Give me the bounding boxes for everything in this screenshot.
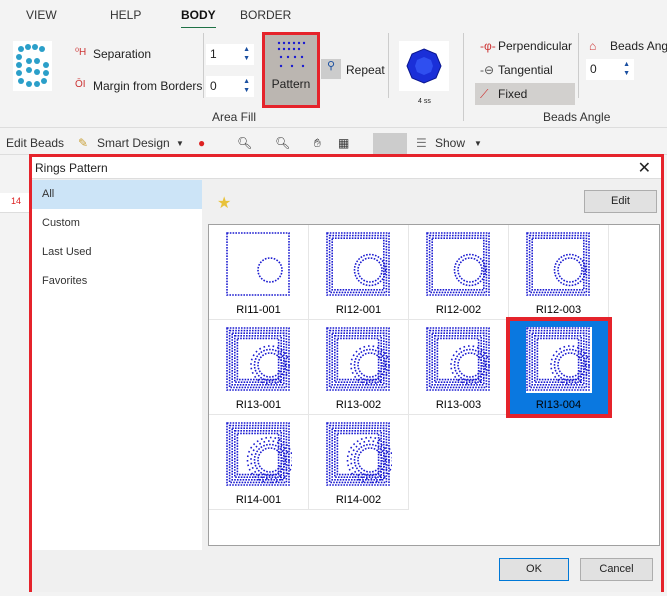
tangential-option[interactable]: Tangential [498,63,553,77]
separation-value: 1 [210,47,217,61]
tab-help[interactable]: HELP [110,8,141,22]
pattern-thumbnail[interactable]: RI13-003 [409,320,509,415]
pattern-button[interactable]: Pattern [262,32,320,108]
pattern-thumbnail[interactable]: RI12-003 [509,225,609,320]
pattern-label: Pattern [271,77,311,91]
margin-label: Margin from Borders [93,79,203,93]
bead-preview-icon[interactable] [399,41,449,91]
dialog-title-bar: Rings Pattern ✕ [32,157,661,179]
tab-border[interactable]: BORDER [240,8,291,22]
pattern-name: RI13-002 [335,399,382,411]
pattern-thumbnail[interactable]: RI12-001 [309,225,409,320]
smart-design-button[interactable]: Smart Design [97,136,170,150]
pattern-preview-icon [225,327,290,391]
beads-angle-label: Beads Ang [610,39,667,53]
area-fill-preview-icon[interactable] [13,41,52,91]
tab-view[interactable]: VIEW [26,8,57,22]
pattern-thumbnail[interactable]: RI14-002 [309,415,409,510]
ruler: 14 [0,193,29,213]
pattern-preview-icon [525,327,592,393]
dialog-title: Rings Pattern [35,161,108,175]
beads-angle-group-label: Beads Angle [543,110,611,124]
pattern-preview-icon [325,327,390,391]
pattern-name: RI12-001 [335,304,382,316]
category-item[interactable]: All [32,180,202,209]
edit-beads-button[interactable]: Edit Beads [6,136,64,150]
pattern-name: RI11-001 [236,304,281,316]
pattern-name: RI12-002 [435,304,482,316]
pattern-preview-icon [225,232,290,296]
bead-size: 4 ss [418,98,431,105]
rings-pattern-dialog: Rings Pattern ✕ All Custom Last Used Favori… [29,154,664,592]
pattern-thumbnail[interactable]: RI13-004 [506,317,612,418]
stepper-arrows-icon[interactable]: ▲ ▼ [623,60,630,78]
toolbar: Edit Beads ✎ Smart Design ▼ ● 🔍︎ 🔍︎ ✋︎ ▦… [0,131,667,155]
stepper-arrows-icon[interactable]: ▲ ▼ [243,77,250,95]
smart-design-icon: ✎ [78,136,89,150]
pattern-preview-icon [425,232,490,296]
pattern-name: RI13-004 [535,399,582,411]
show-icon: ☰ [416,136,427,150]
pattern-preview-icon [525,232,590,296]
pattern-thumbnail[interactable]: RI13-001 [209,320,309,415]
pattern-preview-icon [325,232,390,296]
pattern-name: RI14-001 [235,494,282,506]
ok-button[interactable]: OK [499,558,569,581]
zoom-fit-icon[interactable]: 🔍︎ [275,136,290,150]
area-fill-group-label: Area Fill [212,110,257,124]
chevron-down-icon[interactable]: ▼ [176,139,184,148]
category-list: All Custom Last Used Favorites [32,180,202,550]
margin-value: 0 [210,79,217,93]
stepper-arrows-icon[interactable]: ▲ ▼ [243,45,250,63]
pattern-name: RI14-002 [335,494,382,506]
ribbon: ⁰H Separation 1 ▲ ▼ ŌI Margin from Borders… [0,28,667,128]
beads-angle-icon: ⌂ [589,39,597,53]
pattern-preview-icon [325,422,393,486]
margin-icon: ŌI [75,79,86,90]
margin-stepper[interactable]: 0 ▲ ▼ [206,76,254,97]
zoom-icon[interactable]: 🔍︎ [237,136,252,150]
separation-label: Separation [93,47,152,61]
category-item[interactable]: Custom [32,209,202,238]
pattern-name: RI13-001 [235,399,282,411]
pattern-thumbnail[interactable]: RI14-001 [209,415,309,510]
perpendicular-option[interactable]: Perpendicular [498,39,572,53]
show-button[interactable]: Show [435,136,465,150]
tab-body[interactable]: BODY [181,8,216,29]
pattern-name: RI13-003 [435,399,482,411]
pattern-icon [277,41,306,68]
dialog-footer: OK Cancel [32,550,661,592]
color-picker-icon[interactable]: ● [198,136,205,150]
pattern-preview-icon [225,422,293,486]
pattern-grid: RI11-001 RI12-001 RI12-002 RI12-003 RI13-001… [208,224,660,546]
separation-icon: ⁰H [75,47,87,58]
beads-angle-value: 0 [590,62,597,76]
favorite-star-icon[interactable]: ★ [217,193,231,213]
close-icon[interactable]: ✕ [638,158,651,178]
pattern-preview-icon [425,327,490,391]
perpendicular-icon: -φ- [480,39,496,53]
fixed-option[interactable]: ⟋ Fixed [475,83,575,105]
pattern-thumbnail[interactable]: RI11-001 [209,225,309,320]
category-item[interactable]: Favorites [32,267,202,296]
pattern-thumbnail[interactable]: RI12-002 [409,225,509,320]
separation-stepper[interactable]: 1 ▲ ▼ [206,44,254,65]
hand-icon[interactable]: ✋︎ [314,136,321,151]
fixed-label: Fixed [498,87,528,101]
tangential-icon: -⊖ [480,63,495,77]
edit-button[interactable]: Edit [584,190,657,213]
pattern-pane: ★ Edit RI11-001 RI12-001 RI12-002 RI12-003 R… [205,180,661,550]
pattern-name: RI12-003 [535,304,582,316]
grid-icon[interactable]: ▦ [338,136,349,150]
cancel-button[interactable]: Cancel [580,558,653,581]
ruler-number: 14 [11,196,22,206]
repeat-label[interactable]: Repeat [346,63,385,77]
beads-angle-stepper[interactable]: 0 ▲ ▼ [586,59,634,80]
pattern-thumbnail[interactable]: RI13-002 [309,320,409,415]
fixed-icon: ⟋ [480,87,489,101]
category-item[interactable]: Last Used [32,238,202,267]
chevron-down-icon[interactable]: ▼ [474,139,482,148]
select-zoom-button[interactable] [373,133,407,155]
repeat-icon[interactable]: ⚲ [321,59,341,79]
